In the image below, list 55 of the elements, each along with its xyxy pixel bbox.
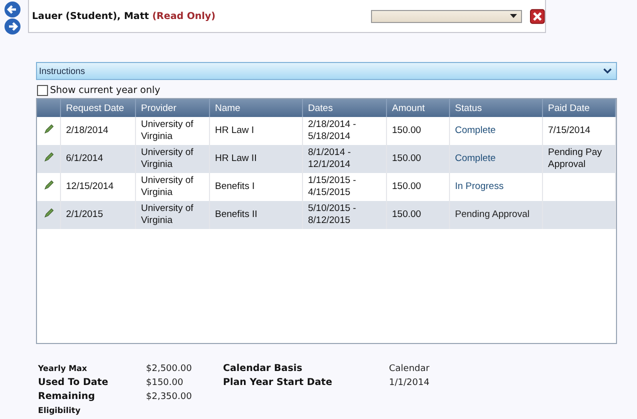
column-header: Paid Date xyxy=(542,99,616,117)
cell-dates: 5/10/2015 - 8/12/2015 xyxy=(308,202,356,226)
summary-label: Yearly Max xyxy=(38,364,88,373)
summary-value: Calendar xyxy=(389,364,430,374)
cell-status: Complete xyxy=(455,124,496,136)
summary-value: $2,500.00 xyxy=(146,364,193,374)
column-header: Request Date xyxy=(60,99,136,117)
cell-dates: 8/1/2014 - 12/1/2014 xyxy=(308,146,351,170)
summary-label: Used To Date xyxy=(38,377,110,388)
summary-value: $2,350.00 xyxy=(146,392,193,402)
cell-provider: University of Virginia xyxy=(141,118,194,142)
cell-status: Pending Approval xyxy=(455,208,530,220)
checkbox[interactable] xyxy=(37,85,48,96)
student-name: Lauer (Student), Matt (Read Only) xyxy=(32,10,216,22)
cell-provider: University of Virginia xyxy=(141,146,194,170)
column-header: Amount xyxy=(386,99,450,117)
summary-label: Remaining xyxy=(38,391,96,402)
cell-request-date: 2/18/2014 xyxy=(66,124,108,136)
summary-label: Eligibility xyxy=(38,406,82,415)
cell-provider: University of Virginia xyxy=(141,174,194,198)
column-header: Name xyxy=(210,99,302,117)
column-header: Dates xyxy=(302,99,386,117)
summary-label: Plan Year Start Date xyxy=(223,377,334,388)
pencil-icon[interactable] xyxy=(44,208,54,218)
pencil-icon[interactable] xyxy=(44,124,54,134)
cell-dates: 2/18/2014 - 5/18/2014 xyxy=(308,118,356,142)
pencil-icon[interactable] xyxy=(44,152,54,162)
summary-value: $150.00 xyxy=(146,378,184,388)
instructions-bar[interactable]: Instructions xyxy=(36,62,617,80)
cell-request-date: 6/1/2014 xyxy=(66,152,103,164)
cell-amount: 150.00 xyxy=(392,180,422,192)
pencil-icon[interactable] xyxy=(44,180,54,190)
summary-value: 1/1/2014 xyxy=(389,378,430,388)
cell-status: In Progress xyxy=(455,180,504,192)
cell-provider: University of Virginia xyxy=(141,202,194,226)
close-icon[interactable] xyxy=(530,8,545,24)
cell-name: Benefits I xyxy=(215,180,255,192)
cell-amount: 150.00 xyxy=(392,124,422,136)
summary-label: Calendar Basis xyxy=(223,363,304,374)
column-header: Status xyxy=(450,99,542,117)
cell-name: HR Law I xyxy=(215,124,254,136)
cell-amount: 150.00 xyxy=(392,208,422,220)
cell-status: Complete xyxy=(455,152,496,164)
cell-request-date: 2/1/2015 xyxy=(66,208,103,220)
dropdown[interactable] xyxy=(371,10,522,22)
cell-paid-date: 7/15/2014 xyxy=(548,124,590,136)
cell-paid-date: Pending Pay Approval xyxy=(548,146,602,170)
caret-icon xyxy=(510,14,518,18)
cell-name: HR Law II xyxy=(215,152,257,164)
checkbox-label: Show current year only xyxy=(50,85,160,96)
cell-dates: 1/15/2015 - 4/15/2015 xyxy=(308,174,356,198)
cell-request-date: 12/15/2014 xyxy=(66,180,114,192)
cell-name: Benefits II xyxy=(215,208,258,220)
cell-amount: 150.00 xyxy=(392,152,422,164)
column-header: Provider xyxy=(136,99,210,117)
